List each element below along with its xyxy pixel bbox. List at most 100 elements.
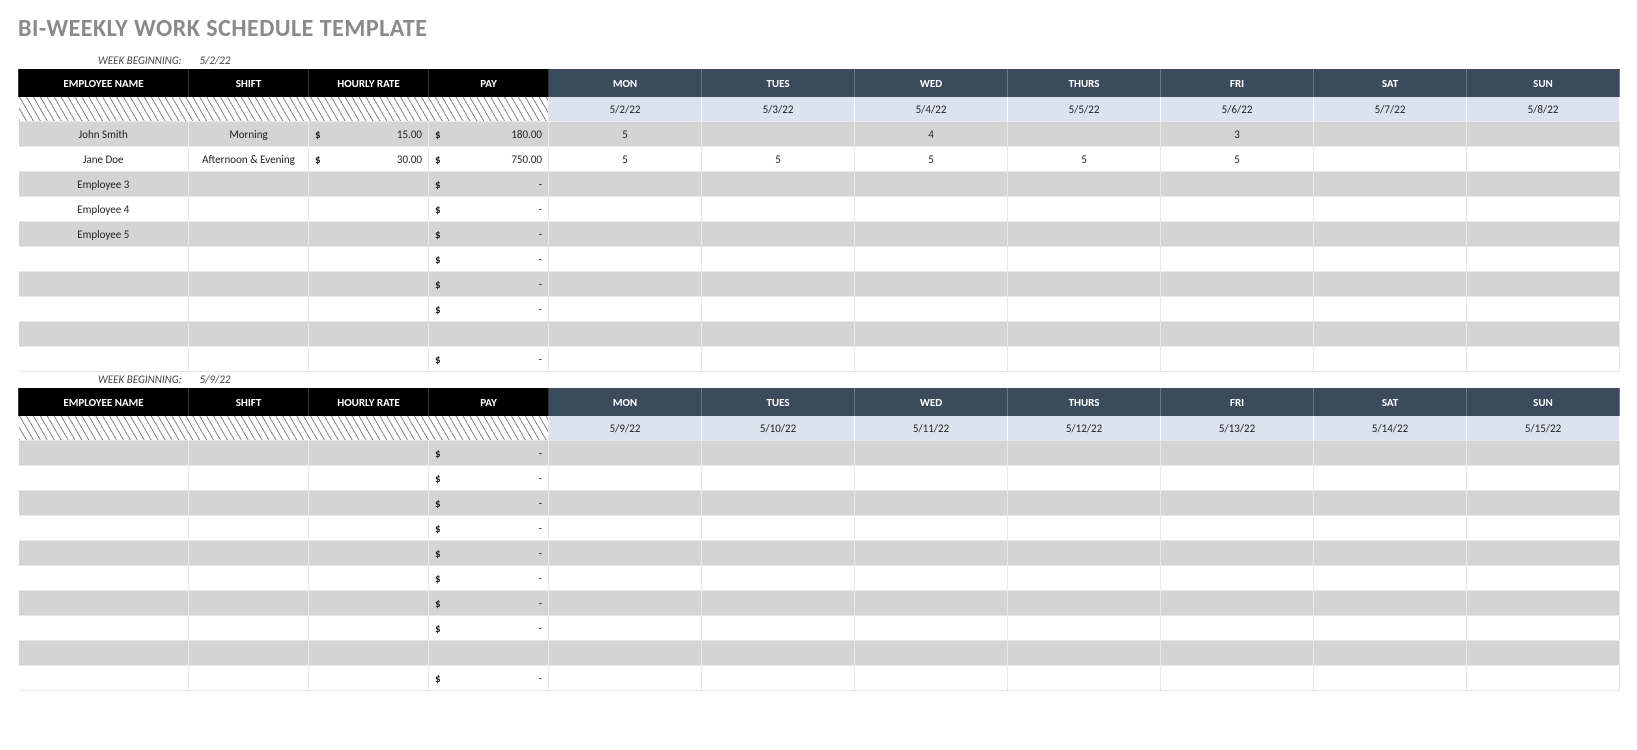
hours-cell[interactable]	[1008, 197, 1161, 222]
date-cell[interactable]: 5/11/22	[855, 416, 1008, 441]
hours-cell[interactable]: 4	[855, 122, 1008, 147]
hours-cell[interactable]	[1314, 466, 1467, 491]
hours-cell[interactable]	[549, 641, 702, 666]
shift-cell[interactable]	[189, 466, 309, 491]
hours-cell[interactable]	[1467, 122, 1620, 147]
hours-cell[interactable]	[702, 247, 855, 272]
employee-name-cell[interactable]	[19, 616, 189, 641]
hours-cell[interactable]	[1467, 322, 1620, 347]
hours-cell[interactable]	[1008, 466, 1161, 491]
hourly-rate-cell[interactable]	[309, 591, 429, 616]
hours-cell[interactable]	[1008, 322, 1161, 347]
shift-cell[interactable]: Morning	[189, 122, 309, 147]
hours-cell[interactable]: 5	[702, 147, 855, 172]
hours-cell[interactable]	[1314, 666, 1467, 691]
hours-cell[interactable]	[1314, 297, 1467, 322]
hours-cell[interactable]	[1314, 197, 1467, 222]
hours-cell[interactable]	[702, 666, 855, 691]
date-cell[interactable]: 5/4/22	[855, 97, 1008, 122]
hours-cell[interactable]	[549, 222, 702, 247]
hours-cell[interactable]	[855, 272, 1008, 297]
hours-cell[interactable]	[1161, 197, 1314, 222]
hourly-rate-cell[interactable]	[309, 172, 429, 197]
shift-cell[interactable]	[189, 491, 309, 516]
hours-cell[interactable]	[1314, 441, 1467, 466]
shift-cell[interactable]	[189, 566, 309, 591]
hours-cell[interactable]	[855, 297, 1008, 322]
hours-cell[interactable]: 5	[1008, 147, 1161, 172]
hours-cell[interactable]: 5	[549, 122, 702, 147]
hours-cell[interactable]	[1314, 122, 1467, 147]
hours-cell[interactable]	[1161, 222, 1314, 247]
hours-cell[interactable]	[702, 491, 855, 516]
shift-cell[interactable]	[189, 222, 309, 247]
hours-cell[interactable]	[1314, 616, 1467, 641]
hourly-rate-cell[interactable]	[309, 616, 429, 641]
hours-cell[interactable]	[1467, 566, 1620, 591]
hours-cell[interactable]	[1008, 247, 1161, 272]
hours-cell[interactable]	[1161, 466, 1314, 491]
hours-cell[interactable]	[1008, 297, 1161, 322]
date-cell[interactable]: 5/12/22	[1008, 416, 1161, 441]
shift-cell[interactable]	[189, 641, 309, 666]
hours-cell[interactable]	[702, 541, 855, 566]
date-cell[interactable]: 5/8/22	[1467, 97, 1620, 122]
hours-cell[interactable]	[1161, 172, 1314, 197]
hours-cell[interactable]	[702, 591, 855, 616]
hours-cell[interactable]	[1314, 566, 1467, 591]
hours-cell[interactable]	[1008, 122, 1161, 147]
hours-cell[interactable]	[702, 566, 855, 591]
hours-cell[interactable]	[1008, 616, 1161, 641]
hours-cell[interactable]	[702, 641, 855, 666]
hours-cell[interactable]	[1467, 466, 1620, 491]
hours-cell[interactable]	[1314, 347, 1467, 372]
pay-cell[interactable]	[429, 322, 549, 347]
hours-cell[interactable]	[855, 616, 1008, 641]
hours-cell[interactable]	[855, 641, 1008, 666]
hours-cell[interactable]: 5	[549, 147, 702, 172]
hours-cell[interactable]	[855, 197, 1008, 222]
hours-cell[interactable]	[549, 516, 702, 541]
hours-cell[interactable]	[855, 516, 1008, 541]
hours-cell[interactable]	[1467, 172, 1620, 197]
hours-cell[interactable]	[1161, 247, 1314, 272]
employee-name-cell[interactable]	[19, 591, 189, 616]
hourly-rate-cell[interactable]	[309, 641, 429, 666]
hours-cell[interactable]	[1161, 322, 1314, 347]
employee-name-cell[interactable]	[19, 347, 189, 372]
hours-cell[interactable]	[855, 222, 1008, 247]
hourly-rate-cell[interactable]	[309, 222, 429, 247]
shift-cell[interactable]	[189, 272, 309, 297]
hours-cell[interactable]	[702, 172, 855, 197]
hours-cell[interactable]	[855, 466, 1008, 491]
employee-name-cell[interactable]	[19, 516, 189, 541]
hourly-rate-cell[interactable]	[309, 297, 429, 322]
hourly-rate-cell[interactable]	[309, 666, 429, 691]
shift-cell[interactable]	[189, 322, 309, 347]
hours-cell[interactable]	[855, 247, 1008, 272]
hours-cell[interactable]	[855, 541, 1008, 566]
hours-cell[interactable]	[702, 272, 855, 297]
date-cell[interactable]: 5/2/22	[549, 97, 702, 122]
hours-cell[interactable]	[702, 122, 855, 147]
hours-cell[interactable]	[1314, 322, 1467, 347]
hours-cell[interactable]	[1314, 641, 1467, 666]
employee-name-cell[interactable]	[19, 322, 189, 347]
hours-cell[interactable]	[549, 591, 702, 616]
hourly-rate-cell[interactable]	[309, 272, 429, 297]
hours-cell[interactable]	[549, 616, 702, 641]
pay-cell[interactable]: $-	[429, 666, 549, 691]
hours-cell[interactable]	[1314, 516, 1467, 541]
employee-name-cell[interactable]	[19, 666, 189, 691]
hours-cell[interactable]	[702, 616, 855, 641]
employee-name-cell[interactable]: John Smith	[19, 122, 189, 147]
hours-cell[interactable]	[1161, 566, 1314, 591]
hourly-rate-cell[interactable]	[309, 566, 429, 591]
hours-cell[interactable]	[1161, 591, 1314, 616]
hours-cell[interactable]: 3	[1161, 122, 1314, 147]
hours-cell[interactable]	[549, 491, 702, 516]
hours-cell[interactable]	[1467, 516, 1620, 541]
hours-cell[interactable]	[549, 272, 702, 297]
pay-cell[interactable]: $-	[429, 272, 549, 297]
shift-cell[interactable]	[189, 347, 309, 372]
